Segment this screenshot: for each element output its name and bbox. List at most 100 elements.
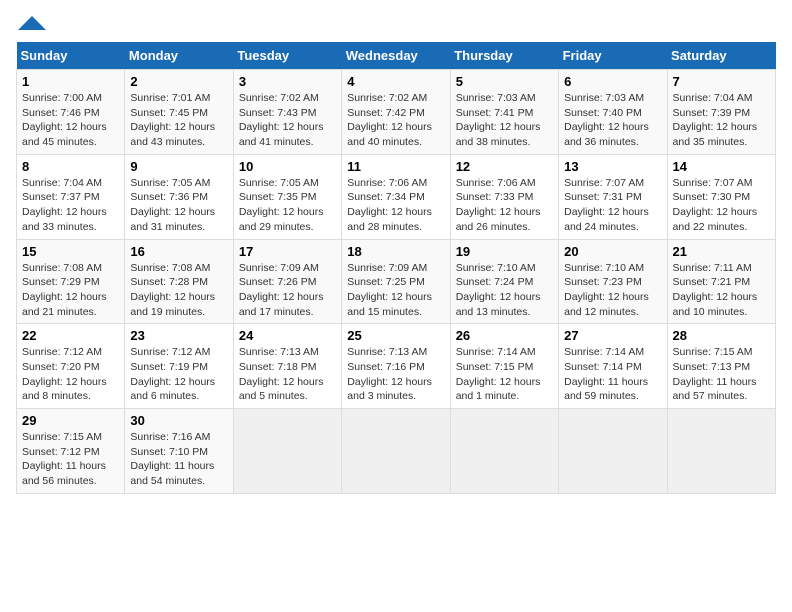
day-number: 9 <box>130 159 227 174</box>
day-number: 18 <box>347 244 444 259</box>
day-detail: Sunrise: 7:01 AMSunset: 7:45 PMDaylight:… <box>130 91 227 150</box>
calendar-cell: 9 Sunrise: 7:05 AMSunset: 7:36 PMDaylight… <box>125 154 233 239</box>
calendar-cell: 6Sunrise: 7:03 AMSunset: 7:40 PMDaylight… <box>559 70 667 155</box>
calendar-cell: 23Sunrise: 7:12 AMSunset: 7:19 PMDayligh… <box>125 324 233 409</box>
day-detail: Sunrise: 7:11 AMSunset: 7:21 PMDaylight:… <box>673 261 770 320</box>
day-number: 28 <box>673 328 770 343</box>
day-detail: Sunrise: 7:10 AMSunset: 7:24 PMDaylight:… <box>456 261 553 320</box>
day-number: 11 <box>347 159 444 174</box>
calendar-cell: 29Sunrise: 7:15 AMSunset: 7:12 PMDayligh… <box>17 409 125 494</box>
day-detail: Sunrise: 7:08 AMSunset: 7:28 PMDaylight:… <box>130 261 227 320</box>
calendar-week-2: 8 Sunrise: 7:04 AMSunset: 7:37 PMDaylight… <box>17 154 776 239</box>
calendar-cell: 3 Sunrise: 7:02 AMSunset: 7:43 PMDaylight… <box>233 70 341 155</box>
calendar-cell <box>233 409 341 494</box>
day-number: 19 <box>456 244 553 259</box>
day-detail: Sunrise: 7:00 AMSunset: 7:46 PMDaylight:… <box>22 91 119 150</box>
calendar-cell: 21 Sunrise: 7:11 AMSunset: 7:21 PMDayligh… <box>667 239 775 324</box>
calendar-cell <box>559 409 667 494</box>
day-detail: Sunrise: 7:03 AMSunset: 7:41 PMDaylight:… <box>456 91 553 150</box>
calendar-cell: 27 Sunrise: 7:14 AMSunset: 7:14 PMDayligh… <box>559 324 667 409</box>
calendar-cell: 20Sunrise: 7:10 AMSunset: 7:23 PMDayligh… <box>559 239 667 324</box>
day-detail: Sunrise: 7:04 AMSunset: 7:39 PMDaylight:… <box>673 91 770 150</box>
day-number: 15 <box>22 244 119 259</box>
day-number: 7 <box>673 74 770 89</box>
day-detail: Sunrise: 7:14 AMSunset: 7:14 PMDaylight:… <box>564 345 661 404</box>
calendar-header-row: SundayMondayTuesdayWednesdayThursdayFrid… <box>17 42 776 70</box>
day-number: 21 <box>673 244 770 259</box>
day-number: 10 <box>239 159 336 174</box>
calendar-cell: 17 Sunrise: 7:09 AMSunset: 7:26 PMDayligh… <box>233 239 341 324</box>
day-detail: Sunrise: 7:09 AMSunset: 7:26 PMDaylight:… <box>239 261 336 320</box>
day-number: 23 <box>130 328 227 343</box>
day-detail: Sunrise: 7:02 AMSunset: 7:43 PMDaylight:… <box>239 91 336 150</box>
day-number: 27 <box>564 328 661 343</box>
calendar-cell: 8 Sunrise: 7:04 AMSunset: 7:37 PMDaylight… <box>17 154 125 239</box>
day-detail: Sunrise: 7:04 AMSunset: 7:37 PMDaylight:… <box>22 176 119 235</box>
day-number: 17 <box>239 244 336 259</box>
day-header-friday: Friday <box>559 42 667 70</box>
day-header-thursday: Thursday <box>450 42 558 70</box>
calendar-cell: 30Sunrise: 7:16 AMSunset: 7:10 PMDayligh… <box>125 409 233 494</box>
day-number: 4 <box>347 74 444 89</box>
day-number: 22 <box>22 328 119 343</box>
header <box>16 16 776 30</box>
day-detail: Sunrise: 7:06 AMSunset: 7:34 PMDaylight:… <box>347 176 444 235</box>
calendar-cell: 5 Sunrise: 7:03 AMSunset: 7:41 PMDaylight… <box>450 70 558 155</box>
calendar-cell: 19 Sunrise: 7:10 AMSunset: 7:24 PMDayligh… <box>450 239 558 324</box>
calendar-cell: 10 Sunrise: 7:05 AMSunset: 7:35 PMDayligh… <box>233 154 341 239</box>
calendar-cell <box>450 409 558 494</box>
calendar-cell: 28 Sunrise: 7:15 AMSunset: 7:13 PMDayligh… <box>667 324 775 409</box>
day-detail: Sunrise: 7:15 AMSunset: 7:13 PMDaylight:… <box>673 345 770 404</box>
day-header-sunday: Sunday <box>17 42 125 70</box>
calendar-cell: 2 Sunrise: 7:01 AMSunset: 7:45 PMDaylight… <box>125 70 233 155</box>
day-number: 13 <box>564 159 661 174</box>
calendar-week-3: 15Sunrise: 7:08 AMSunset: 7:29 PMDayligh… <box>17 239 776 324</box>
day-number: 24 <box>239 328 336 343</box>
day-number: 16 <box>130 244 227 259</box>
calendar-cell: 18 Sunrise: 7:09 AMSunset: 7:25 PMDayligh… <box>342 239 450 324</box>
day-header-monday: Monday <box>125 42 233 70</box>
calendar-cell: 1 Sunrise: 7:00 AMSunset: 7:46 PMDaylight… <box>17 70 125 155</box>
day-number: 1 <box>22 74 119 89</box>
day-detail: Sunrise: 7:14 AMSunset: 7:15 PMDaylight:… <box>456 345 553 404</box>
calendar-cell: 12Sunrise: 7:06 AMSunset: 7:33 PMDayligh… <box>450 154 558 239</box>
calendar-cell: 14 Sunrise: 7:07 AMSunset: 7:30 PMDayligh… <box>667 154 775 239</box>
calendar-week-5: 29Sunrise: 7:15 AMSunset: 7:12 PMDayligh… <box>17 409 776 494</box>
logo-icon <box>18 16 46 30</box>
calendar-cell: 16 Sunrise: 7:08 AMSunset: 7:28 PMDayligh… <box>125 239 233 324</box>
day-detail: Sunrise: 7:05 AMSunset: 7:36 PMDaylight:… <box>130 176 227 235</box>
calendar-week-1: 1 Sunrise: 7:00 AMSunset: 7:46 PMDaylight… <box>17 70 776 155</box>
calendar-cell: 26Sunrise: 7:14 AMSunset: 7:15 PMDayligh… <box>450 324 558 409</box>
day-number: 20 <box>564 244 661 259</box>
calendar-cell <box>667 409 775 494</box>
day-detail: Sunrise: 7:12 AMSunset: 7:20 PMDaylight:… <box>22 345 119 404</box>
day-detail: Sunrise: 7:02 AMSunset: 7:42 PMDaylight:… <box>347 91 444 150</box>
day-detail: Sunrise: 7:13 AMSunset: 7:16 PMDaylight:… <box>347 345 444 404</box>
day-detail: Sunrise: 7:05 AMSunset: 7:35 PMDaylight:… <box>239 176 336 235</box>
day-number: 2 <box>130 74 227 89</box>
calendar-table: SundayMondayTuesdayWednesdayThursdayFrid… <box>16 42 776 494</box>
day-detail: Sunrise: 7:09 AMSunset: 7:25 PMDaylight:… <box>347 261 444 320</box>
day-header-saturday: Saturday <box>667 42 775 70</box>
day-number: 8 <box>22 159 119 174</box>
calendar-week-4: 22 Sunrise: 7:12 AMSunset: 7:20 PMDayligh… <box>17 324 776 409</box>
day-header-tuesday: Tuesday <box>233 42 341 70</box>
calendar-cell <box>342 409 450 494</box>
day-detail: Sunrise: 7:06 AMSunset: 7:33 PMDaylight:… <box>456 176 553 235</box>
calendar-cell: 22 Sunrise: 7:12 AMSunset: 7:20 PMDayligh… <box>17 324 125 409</box>
day-header-wednesday: Wednesday <box>342 42 450 70</box>
logo <box>16 16 46 30</box>
calendar-cell: 4 Sunrise: 7:02 AMSunset: 7:42 PMDaylight… <box>342 70 450 155</box>
calendar-body: 1 Sunrise: 7:00 AMSunset: 7:46 PMDaylight… <box>17 70 776 494</box>
day-detail: Sunrise: 7:16 AMSunset: 7:10 PMDaylight:… <box>130 430 227 489</box>
calendar-cell: 24 Sunrise: 7:13 AMSunset: 7:18 PMDayligh… <box>233 324 341 409</box>
day-number: 3 <box>239 74 336 89</box>
day-detail: Sunrise: 7:07 AMSunset: 7:30 PMDaylight:… <box>673 176 770 235</box>
day-number: 29 <box>22 413 119 428</box>
day-detail: Sunrise: 7:07 AMSunset: 7:31 PMDaylight:… <box>564 176 661 235</box>
day-number: 5 <box>456 74 553 89</box>
calendar-cell: 25Sunrise: 7:13 AMSunset: 7:16 PMDayligh… <box>342 324 450 409</box>
day-number: 14 <box>673 159 770 174</box>
day-detail: Sunrise: 7:13 AMSunset: 7:18 PMDaylight:… <box>239 345 336 404</box>
calendar-cell: 11 Sunrise: 7:06 AMSunset: 7:34 PMDayligh… <box>342 154 450 239</box>
